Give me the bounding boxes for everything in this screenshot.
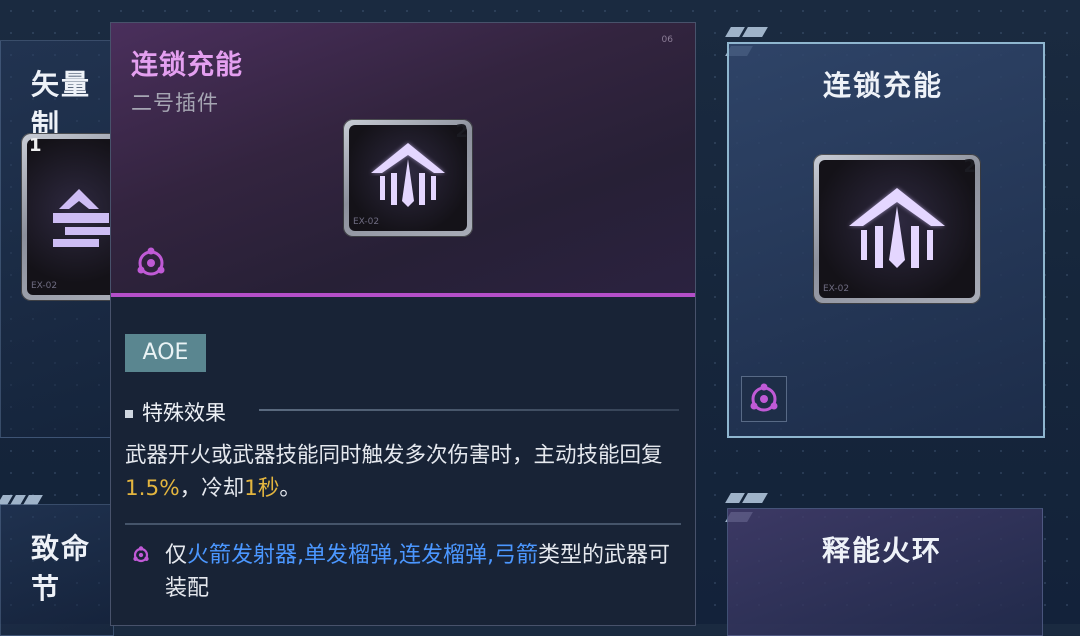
tooltip-header-divider xyxy=(111,293,695,297)
plugin-card-left-top[interactable]: 矢量制 1 EX-02 xyxy=(0,40,131,438)
tag-badge: AOE xyxy=(125,334,206,372)
tooltip-header: 连锁充能 二号插件 06 2 EX-02 xyxy=(111,23,695,295)
card-header-deco xyxy=(725,22,790,56)
tooltip-title: 连锁充能 xyxy=(131,50,243,81)
card-title: 释能火环 xyxy=(822,534,943,567)
effect-description: 武器开火或武器技能同时触发多次伤害时，主动技能回复1.5%，冷却1秒。 xyxy=(125,443,663,501)
plugin-card-left-bottom[interactable]: 致命节 xyxy=(0,504,114,636)
tooltip-subtitle: 二号插件 xyxy=(131,91,219,115)
equip-restriction: 仅火箭发射器,单发榴弹,连发榴弹,弓箭类型的武器可装配 xyxy=(165,543,671,601)
plugin-tooltip: 连锁充能 二号插件 06 2 EX-02 AOE 特殊效果 武器开火或武器技能同… xyxy=(110,22,696,626)
network-node-icon xyxy=(129,543,153,567)
card-title: 矢量制 xyxy=(31,68,92,141)
tooltip-index-label: 06 xyxy=(661,35,673,45)
network-node-icon xyxy=(129,241,173,285)
card-title: 连锁充能 xyxy=(823,69,944,102)
plugin-chip-icon: 2 EX-02 xyxy=(343,119,473,237)
card-header-deco xyxy=(725,488,790,522)
value-highlight: 1秒 xyxy=(244,476,280,501)
bullet-square-icon xyxy=(125,410,133,418)
weapon-types: 火箭发射器,单发榴弹,连发榴弹,弓箭 xyxy=(187,543,538,568)
divider xyxy=(125,523,681,525)
section-heading: 特殊效果 xyxy=(125,397,226,427)
plugin-card-right-bottom[interactable]: 释能火环 xyxy=(727,508,1043,636)
card-title: 致命节 xyxy=(31,532,92,605)
section-divider xyxy=(259,409,679,411)
card-header-deco xyxy=(0,490,62,505)
network-node-icon xyxy=(741,376,787,422)
plugin-chip-icon: 2 EX-02 xyxy=(813,154,981,304)
plugin-card-right-top[interactable]: 连锁充能 2 EX-02 xyxy=(727,42,1045,438)
value-highlight: 1.5% xyxy=(125,476,180,501)
